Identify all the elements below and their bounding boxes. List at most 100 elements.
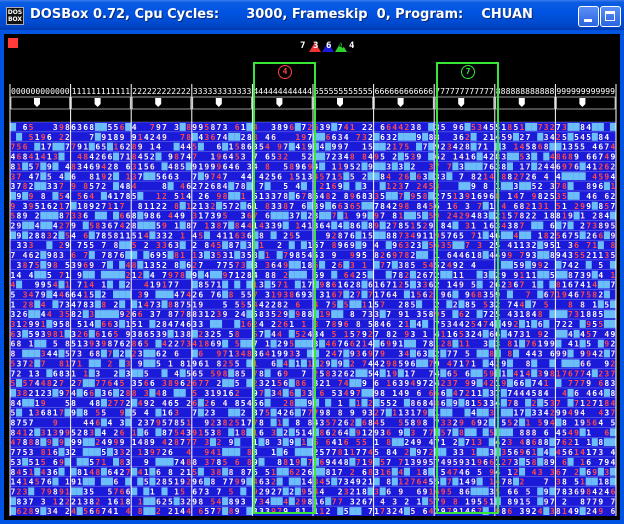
grid-digit: 5: [59, 192, 64, 201]
grid-cell-fill: [319, 260, 326, 269]
grid-digit: 5: [368, 143, 373, 152]
grid-cell-fill: [216, 201, 223, 210]
grid-digit: 6: [320, 497, 325, 506]
title-bar[interactable]: DOS BOX DOSBox 0.72, Cpu Cycles: 3000, F…: [0, 0, 624, 30]
grid-digit: 4: [550, 419, 555, 428]
grid-digit: 9: [338, 241, 343, 250]
grid-digit: 3: [241, 497, 246, 506]
column-4-highlight[interactable]: [253, 62, 316, 514]
grid-digit: 6: [71, 251, 76, 260]
dos-screen[interactable]: 000000000000 111111111111 222222222222 3333…: [4, 34, 620, 520]
grid-digit: 6: [520, 379, 525, 388]
grid-digit: 8: [29, 507, 34, 516]
grid-digit: 8: [520, 202, 525, 211]
grid-digit: 7: [398, 231, 403, 240]
grid-digit: 3: [513, 182, 518, 191]
grid-digit: 9: [398, 487, 403, 496]
grid-digit: 4: [404, 350, 409, 359]
grid-digit: 4: [507, 241, 512, 250]
grid-cell-fill: [100, 418, 107, 427]
grid-digit: 4: [513, 192, 518, 201]
grid-digit: 4: [138, 468, 143, 477]
grid-digit: 7: [532, 379, 537, 388]
minimize-button[interactable]: [578, 6, 599, 27]
grid-digit: 5: [520, 153, 525, 162]
grid-digit: 3: [192, 320, 197, 329]
grid-digit: 2: [17, 310, 22, 319]
grid-digit: 6: [417, 399, 422, 408]
grid-digit: 6: [380, 340, 385, 349]
indicator-mid1: 3: [313, 41, 319, 51]
grid-digit: 8: [241, 468, 246, 477]
grid-digit: 7: [77, 281, 82, 290]
grid-digit: 8: [568, 153, 573, 162]
grid-digit: 9: [574, 507, 579, 516]
grid-digit: 9: [362, 409, 367, 418]
grid-digit: 4: [598, 419, 603, 428]
grid-cell-fill: [561, 172, 568, 181]
grid-digit: 9: [350, 251, 355, 260]
grid-digit: 2: [168, 340, 173, 349]
grid-digit: 7: [156, 448, 161, 457]
grid-digit: 8: [126, 192, 131, 201]
dosbox-icon[interactable]: DOS BOX: [6, 7, 24, 25]
grid-cell-fill: [567, 182, 574, 190]
grid-digit: 3: [138, 290, 143, 299]
maximize-button[interactable]: [600, 6, 621, 27]
grid-digit: 4: [168, 212, 173, 221]
grid-digit: 6: [47, 133, 52, 142]
grid-digit: 6: [192, 379, 197, 388]
grid-cell-fill: [94, 211, 101, 220]
grid-digit: 1: [332, 172, 337, 181]
grid-digit: 2: [532, 507, 537, 516]
grid-digit: 8: [362, 487, 367, 496]
grid-digit: 1: [241, 192, 246, 201]
grid-digit: 4: [186, 448, 191, 457]
grid-digit: 5: [11, 212, 16, 221]
grid-cell-fill: [149, 320, 156, 328]
grid-digit: 3: [538, 369, 543, 378]
grid-digit: 8: [235, 369, 240, 378]
grid-digit: 7: [380, 261, 385, 270]
grid-digit: 9: [501, 271, 506, 280]
grid-digit: 3: [144, 448, 149, 457]
grid-digit: 2: [326, 507, 331, 516]
grid-digit: 7: [356, 330, 361, 339]
grid-digit: 3: [410, 428, 415, 437]
grid-digit: 4: [526, 369, 531, 378]
grid-digit: 2: [374, 409, 379, 418]
grid-digit: 3: [223, 123, 228, 132]
grid-digit: 1: [132, 428, 137, 437]
grid-digit: 7: [217, 133, 222, 142]
grid-digit: 9: [526, 507, 531, 516]
grid-cell-fill: [222, 467, 229, 476]
grid-cell-fill: [567, 359, 574, 368]
grid-digit: 9: [204, 162, 209, 171]
grid-digit: 7: [429, 271, 434, 280]
grid-digit: 3: [241, 153, 246, 162]
grid-digit: 8: [592, 290, 597, 299]
grid-digit: 2: [29, 231, 34, 240]
grid-digit: 5: [562, 428, 567, 437]
grid-digit: 9: [235, 507, 240, 516]
grid-digit: 6: [71, 123, 76, 132]
grid-digit: 8: [598, 438, 603, 447]
grid-digit: 9: [168, 153, 173, 162]
grid-digit: 3: [41, 428, 46, 437]
grid-digit: 4: [332, 438, 337, 447]
column-7-highlight[interactable]: [436, 62, 499, 514]
grid-digit: 5: [350, 162, 355, 171]
grid-digit: 2: [168, 438, 173, 447]
grid-digit: 2: [404, 123, 409, 132]
grid-digit: 2: [404, 271, 409, 280]
grid-digit: 8: [580, 300, 585, 309]
grid-cell-fill: [88, 270, 95, 279]
grid-digit: 6: [114, 478, 119, 487]
grid-digit: 3: [11, 310, 16, 319]
grid-digit: 9: [598, 497, 603, 506]
grid-digit: 6: [168, 399, 173, 408]
grid-digit: 8: [550, 369, 555, 378]
grid-digit: 6: [156, 212, 161, 221]
grid-digit: 5: [532, 182, 537, 191]
grid-digit: 1: [241, 419, 246, 428]
